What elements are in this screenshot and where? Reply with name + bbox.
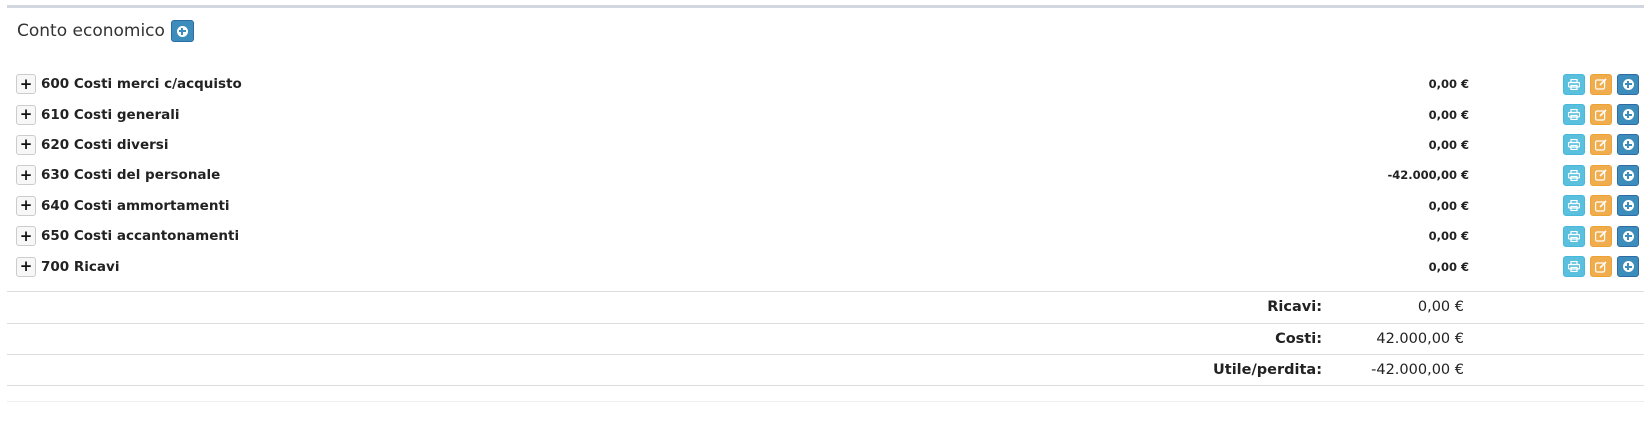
print-icon (1568, 139, 1580, 151)
edit-button[interactable] (1590, 164, 1612, 186)
add-button[interactable] (1617, 104, 1639, 126)
account-name: 610 Costi generali (41, 106, 180, 123)
list-item: + 700 Ricavi 0,00 € (16, 251, 1639, 281)
list-item: + 630 Costi del personale -42.000,00 € (16, 160, 1639, 190)
edit-button[interactable] (1590, 256, 1612, 278)
print-icon (1568, 200, 1580, 212)
plus-circle-icon (1622, 139, 1634, 151)
row-actions (1563, 73, 1639, 95)
accounts-list: + 600 Costi merci c/acquisto 0,00 € + 61… (16, 69, 1639, 282)
add-button[interactable] (1617, 134, 1639, 156)
edit-button[interactable] (1590, 73, 1612, 95)
account-amount: 0,00 € (1428, 107, 1469, 122)
print-icon (1568, 109, 1580, 121)
account-name: 640 Costi ammortamenti (41, 197, 230, 214)
print-button[interactable] (1563, 195, 1585, 217)
print-button[interactable] (1563, 104, 1585, 126)
totals-row-costi: Costi: 42.000,00 € (7, 322, 1644, 355)
row-actions (1563, 256, 1639, 278)
expand-button[interactable]: + (16, 104, 36, 125)
plus-circle-icon (176, 25, 188, 37)
panel-title: Conto economico (17, 21, 165, 41)
list-item: + 640 Costi ammortamenti 0,00 € (16, 191, 1639, 221)
expand-button[interactable]: + (16, 195, 36, 216)
account-amount: 0,00 € (1428, 229, 1469, 244)
list-item: + 620 Costi diversi 0,00 € (16, 130, 1639, 160)
plus-circle-icon (1622, 261, 1634, 273)
account-name: 650 Costi accantonamenti (41, 228, 240, 245)
totals-row-utile: Utile/perdita: -42.000,00 € (7, 354, 1644, 386)
print-icon (1568, 261, 1580, 273)
account-amount: -42.000,00 € (1387, 168, 1469, 183)
list-item: + 610 Costi generali 0,00 € (16, 99, 1639, 129)
list-item: + 600 Costi merci c/acquisto 0,00 € (16, 69, 1639, 99)
costi-value: 42.000,00 € (1376, 330, 1464, 347)
edit-icon (1595, 260, 1607, 273)
utile-label: Utile/perdita: (1212, 362, 1322, 378)
edit-button[interactable] (1590, 225, 1612, 247)
add-button[interactable] (1617, 256, 1639, 278)
add-button[interactable] (1617, 195, 1639, 217)
plus-circle-icon (1622, 169, 1634, 181)
ricavi-value: 0,00 € (1417, 299, 1464, 315)
totals-row-ricavi: Ricavi: 0,00 € (7, 291, 1644, 323)
print-button[interactable] (1563, 164, 1585, 186)
account-name: 620 Costi diversi (41, 136, 169, 153)
account-name: 600 Costi merci c/acquisto (41, 76, 242, 93)
add-button[interactable] (1617, 73, 1639, 95)
expand-button[interactable]: + (16, 134, 36, 155)
row-actions (1563, 195, 1639, 217)
row-actions (1563, 225, 1639, 247)
divider (7, 401, 1644, 402)
edit-button[interactable] (1590, 134, 1612, 156)
row-actions (1563, 164, 1639, 186)
expand-button[interactable]: + (16, 226, 36, 247)
conto-economico-panel: Conto economico + 600 Costi merci c/acqu… (7, 5, 1644, 403)
print-icon (1568, 78, 1580, 90)
edit-icon (1595, 139, 1607, 151)
print-icon (1568, 169, 1580, 181)
panel-header: Conto economico (17, 19, 194, 43)
expand-button[interactable]: + (16, 165, 36, 186)
expand-button[interactable]: + (16, 74, 36, 95)
print-button[interactable] (1563, 256, 1585, 278)
plus-circle-icon (1622, 230, 1634, 242)
add-account-button[interactable] (170, 20, 194, 42)
costi-label: Costi: (1275, 330, 1322, 347)
edit-icon (1595, 109, 1607, 121)
add-button[interactable] (1617, 225, 1639, 247)
row-actions (1563, 134, 1639, 156)
edit-icon (1595, 200, 1607, 212)
account-name: 630 Costi del personale (41, 167, 221, 184)
add-button[interactable] (1617, 164, 1639, 186)
totals-table: Ricavi: 0,00 € Costi: 42.000,00 € Utile/… (7, 291, 1644, 386)
utile-value: -42.000,00 € (1371, 362, 1464, 378)
print-button[interactable] (1563, 73, 1585, 95)
print-button[interactable] (1563, 134, 1585, 156)
account-name: 700 Ricavi (41, 258, 120, 275)
print-button[interactable] (1563, 225, 1585, 247)
account-amount: 0,00 € (1428, 77, 1469, 92)
expand-button[interactable]: + (16, 256, 36, 277)
account-amount: 0,00 € (1428, 259, 1469, 274)
ricavi-label: Ricavi: (1267, 299, 1322, 315)
plus-circle-icon (1622, 109, 1634, 121)
account-amount: 0,00 € (1428, 198, 1469, 213)
list-item: + 650 Costi accantonamenti 0,00 € (16, 221, 1639, 251)
edit-button[interactable] (1590, 104, 1612, 126)
plus-circle-icon (1622, 78, 1634, 90)
plus-circle-icon (1622, 200, 1634, 212)
edit-button[interactable] (1590, 195, 1612, 217)
row-actions (1563, 104, 1639, 126)
print-icon (1568, 230, 1580, 242)
edit-icon (1595, 230, 1607, 242)
account-amount: 0,00 € (1428, 137, 1469, 152)
edit-icon (1595, 169, 1607, 181)
edit-icon (1595, 78, 1607, 90)
